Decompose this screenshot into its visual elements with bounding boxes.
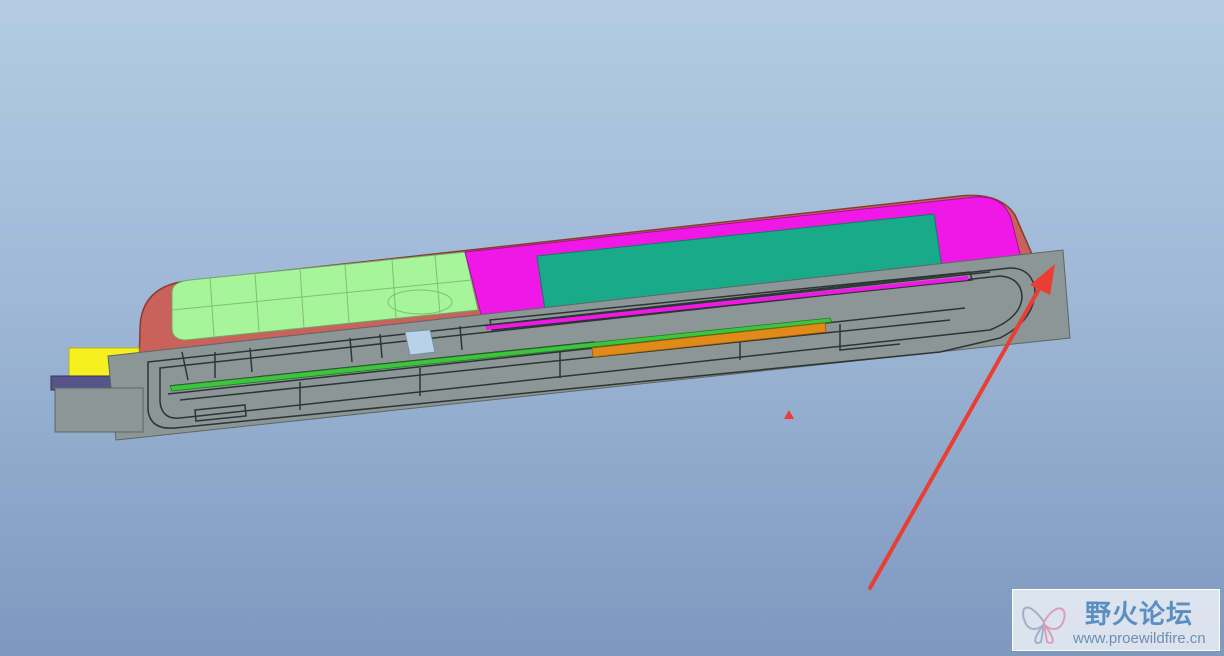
section-plane-tab[interactable]	[54, 387, 144, 433]
component-light-blue[interactable]	[404, 329, 436, 356]
watermark-url: www.proewildfire.cn	[1073, 630, 1206, 647]
forum-watermark: 野火论坛 www.proewildfire.cn	[1012, 589, 1220, 651]
model-viewport[interactable]: 野火论坛 www.proewildfire.cn	[0, 0, 1224, 656]
red-triangle-marker-icon	[784, 410, 794, 419]
cad-scene[interactable]	[0, 0, 1224, 656]
watermark-title: 野火论坛	[1085, 600, 1194, 630]
butterfly-logo-icon	[1022, 606, 1066, 644]
